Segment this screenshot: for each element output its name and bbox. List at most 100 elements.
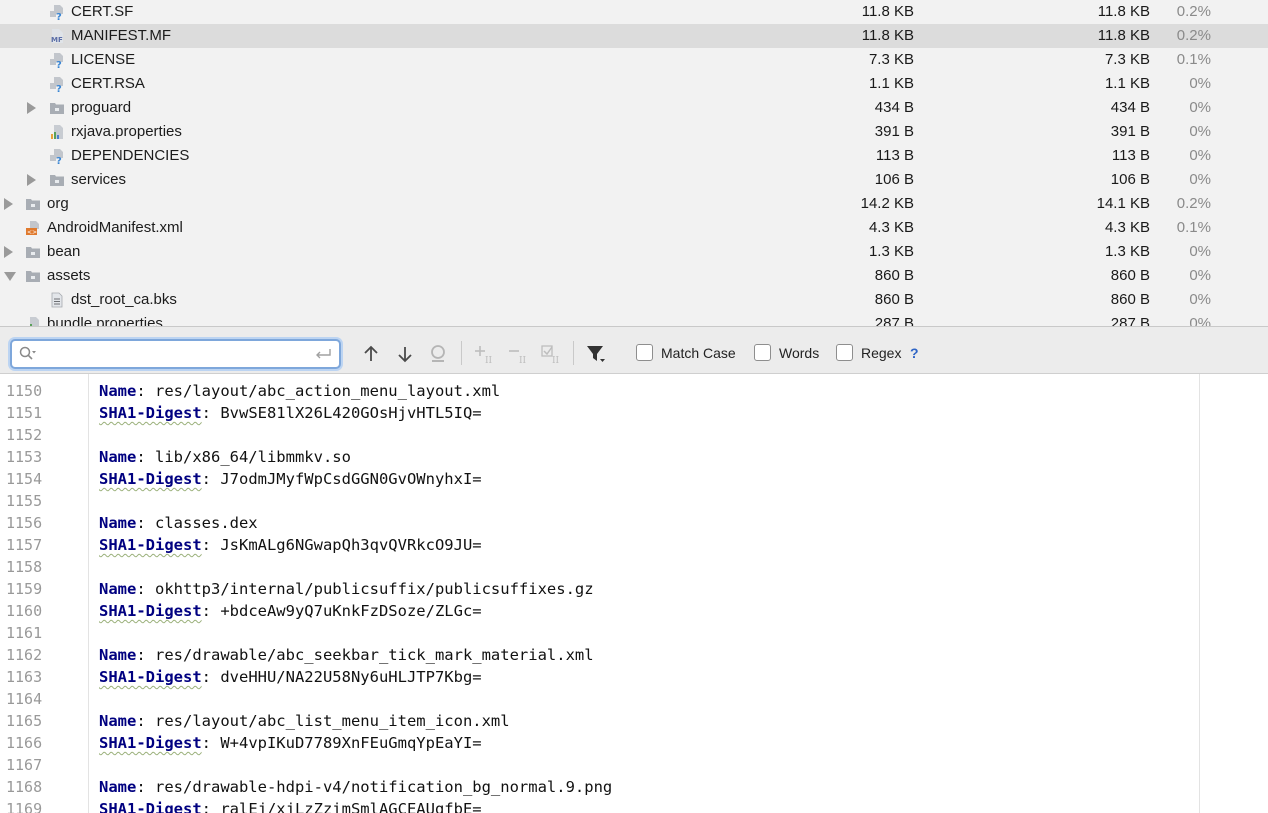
manifest-file-icon: MF	[49, 28, 65, 44]
code-line[interactable]: Name: res/layout/abc_list_menu_item_icon…	[99, 710, 510, 732]
tree-row[interactable]: ? LICENSE 7.3 KB 7.3 KB 0.1%	[0, 48, 1268, 72]
line-number: 1157	[6, 536, 43, 554]
expand-arrow-icon[interactable]	[4, 272, 16, 281]
code-line[interactable]: SHA1-Digest: W+4vpIKuD7789XnFEuGmqYpEaYI…	[99, 732, 482, 754]
line-number: 1151	[6, 404, 43, 422]
code-line[interactable]: SHA1-Digest: JsKmALg6NGwapQh3qvQVRkcO9JU…	[99, 534, 482, 556]
select-all-occurrences-icon[interactable]: II	[539, 343, 561, 365]
tree-row-download-size: 11.8 KB	[1097, 3, 1150, 20]
tree-row-download-size: 1.1 KB	[1104, 75, 1150, 92]
folder-icon	[25, 268, 41, 284]
manifest-value: : W+4vpIKuD7789XnFEuGmqYpEaYI=	[201, 734, 482, 752]
svg-text:II: II	[519, 356, 527, 365]
match-case-label[interactable]: Match Case	[661, 345, 736, 361]
line-number: 1154	[6, 470, 43, 488]
code-line[interactable]: Name: res/drawable-hdpi-v4/notification_…	[99, 776, 612, 798]
tree-row-raw-size: 860 B	[874, 267, 914, 284]
add-selection-icon[interactable]: II	[472, 343, 494, 365]
tree-row[interactable]: bundle.properties 287 B 287 B 0%	[0, 312, 1268, 326]
tree-row-percent: 0%	[1189, 75, 1211, 92]
gutter-divider	[88, 374, 89, 813]
manifest-value: : +bdceAw9yQ7uKnkFzDSoze/ZLGc=	[201, 602, 482, 620]
line-number: 1167	[6, 756, 43, 774]
code-line[interactable]: Name: okhttp3/internal/publicsuffix/publ…	[99, 578, 594, 600]
previous-occurrence-icon[interactable]	[360, 343, 382, 365]
unknown-file-icon: ?	[49, 148, 65, 167]
manifest-key: Name	[99, 778, 137, 796]
tree-row-percent: 0%	[1189, 123, 1211, 140]
tree-row-name: bean	[47, 243, 81, 260]
code-line[interactable]: Name: lib/x86_64/libmmkv.so	[99, 446, 351, 468]
toolbar-separator	[573, 341, 574, 365]
line-number: 1161	[6, 624, 43, 642]
tree-row-percent: 0%	[1189, 171, 1211, 188]
tree-row[interactable]: services 106 B 106 B 0%	[0, 168, 1268, 192]
tree-row[interactable]: rxjava.properties 391 B 391 B 0%	[0, 120, 1268, 144]
svg-text:?: ?	[56, 84, 62, 92]
line-number: 1163	[6, 668, 43, 686]
regex-label[interactable]: Regex	[861, 345, 901, 361]
expand-arrow-icon[interactable]	[27, 102, 36, 114]
tree-row[interactable]: <> AndroidManifest.xml 4.3 KB 4.3 KB 0.1%	[0, 216, 1268, 240]
tree-row[interactable]: org 14.2 KB 14.1 KB 0.2%	[0, 192, 1268, 216]
tree-row-download-size: 860 B	[1110, 291, 1150, 308]
words-label[interactable]: Words	[779, 345, 819, 361]
line-number: 1164	[6, 690, 43, 708]
tree-row[interactable]: assets 860 B 860 B 0%	[0, 264, 1268, 288]
expand-arrow-icon[interactable]	[27, 174, 36, 186]
code-line[interactable]: SHA1-Digest: dveHHU/NA22U58Ny6uHLJTP7Kbg…	[99, 666, 482, 688]
search-input[interactable]	[42, 344, 302, 364]
next-occurrence-icon[interactable]	[394, 343, 416, 365]
tree-row-download-size: 860 B	[1110, 267, 1150, 284]
folder-icon	[25, 196, 41, 212]
tree-row[interactable]: MF MANIFEST.MF 11.8 KB 11.8 KB 0.2%	[0, 24, 1268, 48]
manifest-key: SHA1-Digest	[99, 536, 202, 554]
regex-checkbox[interactable]	[836, 344, 853, 361]
filter-icon[interactable]	[585, 343, 607, 365]
svg-text:II: II	[485, 356, 493, 365]
expand-arrow-icon[interactable]	[4, 198, 13, 210]
tree-row-name: org	[47, 195, 69, 212]
find-all-icon[interactable]	[427, 343, 449, 365]
manifest-value: : res/drawable-hdpi-v4/notification_bg_n…	[136, 778, 613, 796]
words-checkbox[interactable]	[754, 344, 771, 361]
svg-text:?: ?	[56, 60, 62, 68]
code-line[interactable]: SHA1-Digest: BvwSE81lX26L420GOsHjvHTL5IQ…	[99, 402, 482, 424]
line-number: 1159	[6, 580, 43, 598]
code-line[interactable]: Name: classes.dex	[99, 512, 258, 534]
line-number: 1153	[6, 448, 43, 466]
enter-icon	[316, 349, 331, 359]
manifest-key: SHA1-Digest	[99, 470, 202, 488]
manifest-key: Name	[99, 646, 137, 664]
search-field[interactable]	[10, 339, 341, 369]
code-line[interactable]: SHA1-Digest: +bdceAw9yQ7uKnkFzDSoze/ZLGc…	[99, 600, 482, 622]
search-icon[interactable]	[19, 346, 37, 362]
text-editor[interactable]: 1149115011511152115311541155115611571158…	[0, 374, 1268, 813]
tree-row[interactable]: ? CERT.RSA 1.1 KB 1.1 KB 0%	[0, 72, 1268, 96]
manifest-key: SHA1-Digest	[99, 668, 202, 686]
line-number-gutter: 1149115011511152115311541155115611571158…	[0, 374, 88, 813]
tree-row[interactable]: ? DEPENDENCIES 113 B 113 B 0%	[0, 144, 1268, 168]
code-line[interactable]: Name: res/layout/abc_action_menu_layout.…	[99, 380, 500, 402]
tree-row[interactable]: dst_root_ca.bks 860 B 860 B 0%	[0, 288, 1268, 312]
expand-arrow-icon[interactable]	[4, 246, 13, 258]
manifest-value: : BvwSE81lX26L420GOsHjvHTL5IQ=	[201, 404, 482, 422]
regex-help-link[interactable]: ?	[910, 345, 919, 361]
tree-row-percent: 0.1%	[1176, 219, 1211, 236]
code-line[interactable]: SHA1-Digest: ralEj/xjLzZzimSmlAGCEAUgfbE…	[99, 798, 482, 813]
code-line[interactable]: Name: res/drawable/abc_seekbar_tick_mark…	[99, 644, 594, 666]
remove-selection-icon[interactable]: II	[506, 343, 528, 365]
unknown-file-icon: ?	[49, 76, 65, 95]
tree-row-download-size: 1.3 KB	[1104, 243, 1150, 260]
tree-row[interactable]: ? CERT.SF 11.8 KB 11.8 KB 0.2%	[0, 0, 1268, 24]
tree-row[interactable]: bean 1.3 KB 1.3 KB 0%	[0, 240, 1268, 264]
svg-text:?: ?	[56, 12, 62, 20]
tree-row[interactable]: proguard 434 B 434 B 0%	[0, 96, 1268, 120]
manifest-value: : dveHHU/NA22U58Ny6uHLJTP7Kbg=	[201, 668, 482, 686]
code-line[interactable]: SHA1-Digest: J7odmJMyfWpCsdGGN0GvOWnyhxI…	[99, 468, 482, 490]
svg-text:<>: <>	[27, 229, 37, 236]
tree-row-percent: 0.2%	[1176, 195, 1211, 212]
tree-row-raw-size: 11.8 KB	[861, 3, 914, 20]
file-tree: ? CERT.SF 11.8 KB 11.8 KB 0.2% MF MANIFEST.MF 1…	[0, 0, 1268, 326]
match-case-checkbox[interactable]	[636, 344, 653, 361]
